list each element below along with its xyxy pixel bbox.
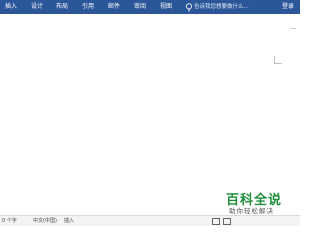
read-mode-icon[interactable] bbox=[212, 218, 220, 225]
tab-design[interactable]: 设计 bbox=[31, 0, 43, 14]
status-bar: 0 个字 中文(中国) 插入 bbox=[0, 215, 300, 226]
print-layout-icon[interactable] bbox=[223, 218, 231, 225]
tab-view[interactable]: 视图 bbox=[160, 0, 172, 14]
tab-review[interactable]: 审阅 bbox=[134, 0, 146, 14]
watermark-subtitle: 助你轻松解决 bbox=[229, 207, 274, 215]
margin-mark-top bbox=[290, 28, 296, 29]
document-page[interactable] bbox=[0, 14, 300, 215]
lightbulb-icon bbox=[186, 3, 192, 12]
tell-me-search[interactable]: 告诉我您想要做什么... bbox=[194, 0, 249, 14]
tab-insert[interactable]: 插入 bbox=[5, 0, 17, 14]
ribbon-tab-bar: 插入 设计 布局 引用 邮件 审阅 视图 告诉我您想要做什么... 登录 bbox=[0, 0, 300, 14]
tab-layout[interactable]: 布局 bbox=[56, 0, 68, 14]
margin-corner-mark bbox=[274, 56, 282, 64]
login-button[interactable]: 登录 bbox=[282, 0, 294, 14]
tab-references[interactable]: 引用 bbox=[82, 0, 94, 14]
view-buttons bbox=[212, 218, 234, 229]
tab-mailings[interactable]: 邮件 bbox=[108, 0, 120, 14]
insert-mode[interactable]: 插入 bbox=[64, 216, 74, 226]
word-count[interactable]: 0 个字 bbox=[2, 216, 17, 226]
language-indicator[interactable]: 中文(中国) bbox=[33, 216, 57, 226]
